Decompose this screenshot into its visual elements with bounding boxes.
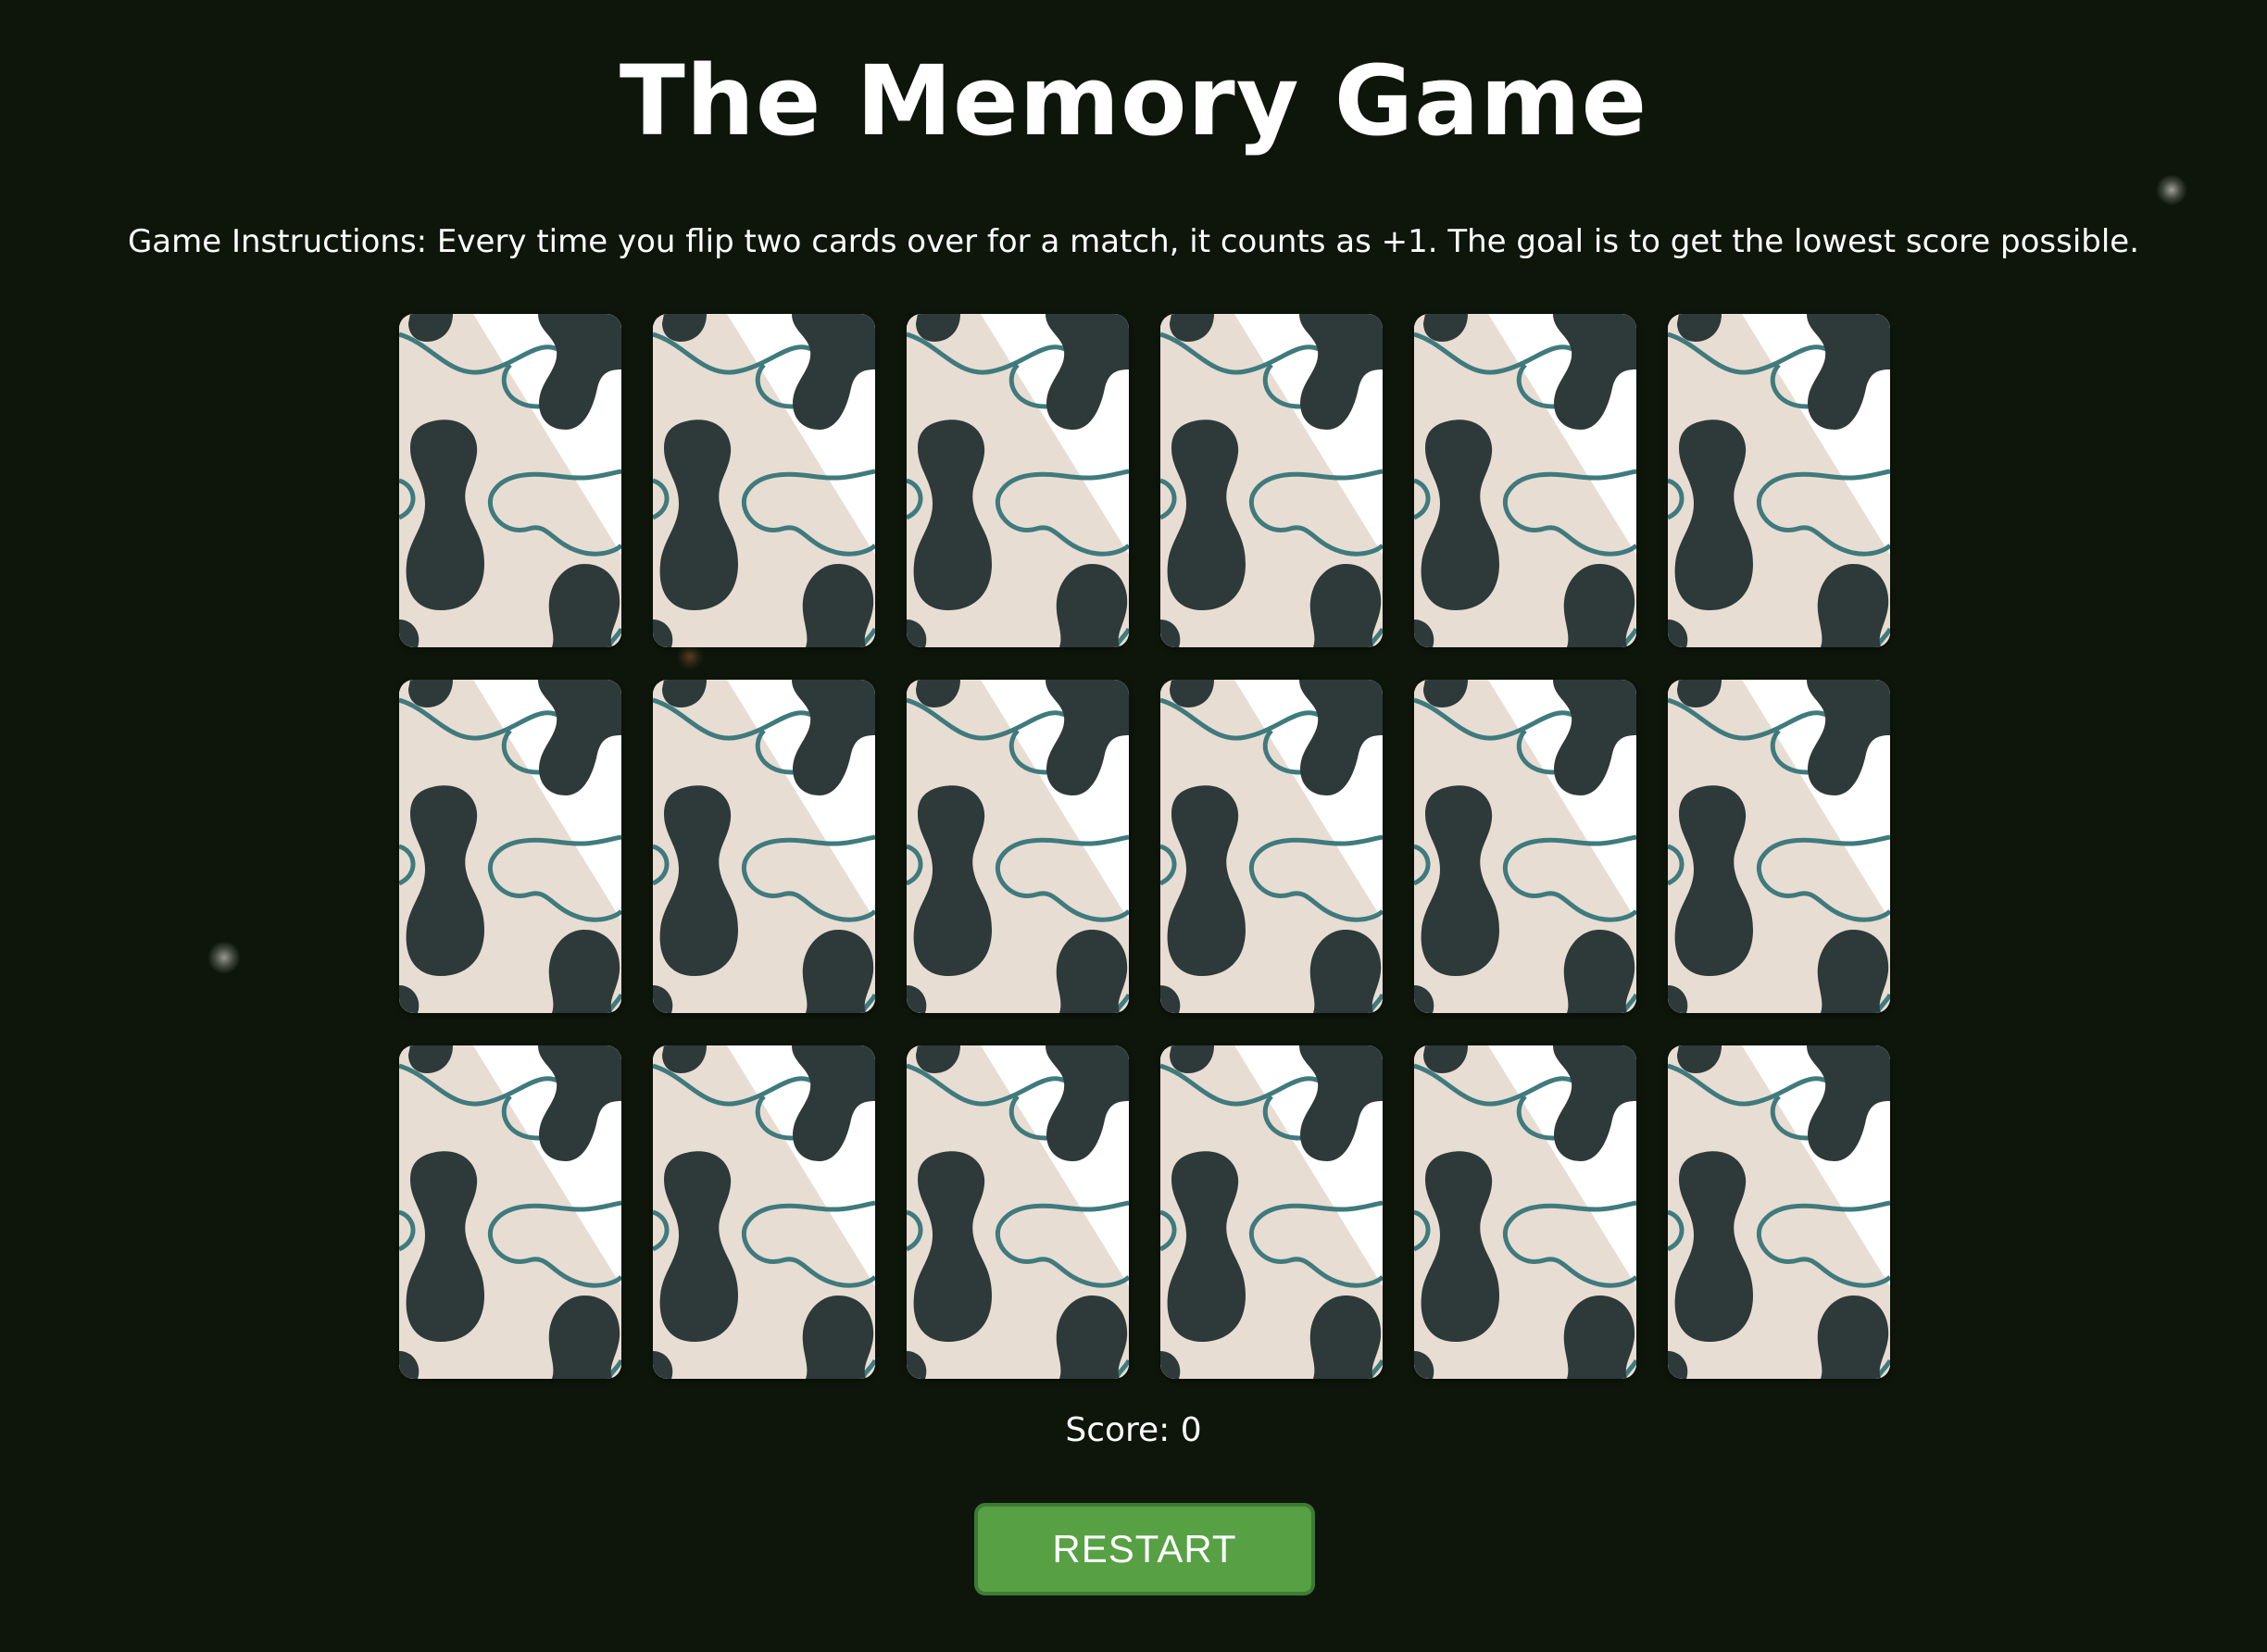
memory-card[interactable]: [907, 680, 1129, 1013]
memory-card[interactable]: [1668, 314, 1890, 647]
score-display: Score: 0: [1065, 1411, 1202, 1449]
card-back-pattern-icon: [1668, 1045, 1890, 1379]
card-back-pattern-icon: [1160, 314, 1383, 647]
game-instructions: Game Instructions: Every time you flip t…: [127, 223, 2140, 260]
card-back-pattern-icon: [653, 314, 875, 647]
memory-card[interactable]: [1668, 680, 1890, 1013]
memory-card[interactable]: [1414, 680, 1636, 1013]
memory-card[interactable]: [1668, 1045, 1890, 1379]
memory-card[interactable]: [399, 680, 621, 1013]
card-back-pattern-icon: [399, 314, 621, 647]
memory-card[interactable]: [1160, 680, 1383, 1013]
memory-card[interactable]: [653, 680, 875, 1013]
card-back-pattern-icon: [907, 314, 1129, 647]
card-back-pattern-icon: [653, 680, 875, 1013]
memory-card[interactable]: [907, 314, 1129, 647]
card-back-pattern-icon: [907, 1045, 1129, 1379]
memory-card[interactable]: [907, 1045, 1129, 1379]
page-title: The Memory Game: [619, 44, 1648, 157]
card-back-pattern-icon: [1668, 314, 1890, 647]
memory-card[interactable]: [1414, 1045, 1636, 1379]
memory-card[interactable]: [1160, 1045, 1383, 1379]
memory-card[interactable]: [1160, 314, 1383, 647]
memory-card[interactable]: [399, 314, 621, 647]
card-grid: [399, 314, 1892, 1379]
card-back-pattern-icon: [1414, 1045, 1636, 1379]
card-back-pattern-icon: [1160, 1045, 1383, 1379]
card-back-pattern-icon: [1414, 314, 1636, 647]
memory-card[interactable]: [399, 1045, 621, 1379]
background-sparkle: [2156, 174, 2187, 206]
card-back-pattern-icon: [1668, 680, 1890, 1013]
card-back-pattern-icon: [399, 680, 621, 1013]
memory-card[interactable]: [1414, 314, 1636, 647]
card-back-pattern-icon: [653, 1045, 875, 1379]
card-back-pattern-icon: [907, 680, 1129, 1013]
card-back-pattern-icon: [1160, 680, 1383, 1013]
card-back-pattern-icon: [399, 1045, 621, 1379]
background-sparkle: [207, 941, 241, 974]
card-back-pattern-icon: [1414, 680, 1636, 1013]
memory-card[interactable]: [653, 1045, 875, 1379]
restart-button[interactable]: RESTART: [974, 1503, 1315, 1596]
memory-card[interactable]: [653, 314, 875, 647]
